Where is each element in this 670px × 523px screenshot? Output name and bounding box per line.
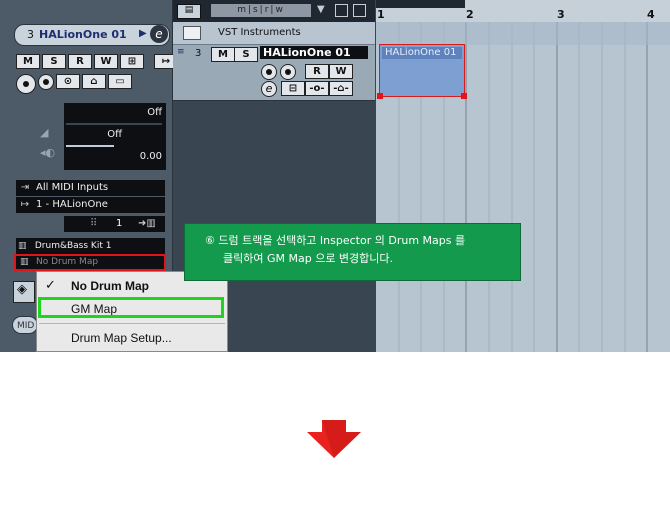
bar-3-label: 3 (557, 8, 565, 21)
track-read-button[interactable]: R (305, 64, 329, 79)
edit-instrument-button[interactable]: e (150, 25, 168, 43)
volume-slider[interactable] (66, 123, 162, 125)
settings-icon[interactable] (353, 4, 366, 17)
midi-input-label: All MIDI Inputs (36, 182, 109, 193)
track-solo-button[interactable]: S (234, 47, 258, 62)
drum-editor-icon[interactable]: ◈ (13, 281, 35, 303)
track-number: 3 (195, 48, 202, 59)
drum-map-icon: ▥ (20, 257, 29, 267)
pan-slider[interactable] (66, 145, 114, 147)
track-list-icon[interactable]: ▤ (177, 4, 201, 19)
bar-2-label: 2 (466, 8, 474, 21)
midi-output-selector[interactable]: ↦ 1 - HALionOne (16, 197, 165, 213)
track-type-icon: ≡ (177, 47, 185, 57)
track-monitor-button[interactable] (280, 64, 296, 80)
pan-value: Off (107, 129, 122, 140)
gm-map-highlight (38, 297, 224, 318)
track-record-button[interactable] (261, 64, 277, 80)
record-enable-button[interactable] (16, 74, 36, 94)
track-mute-button[interactable]: M (211, 47, 235, 62)
cubase-window: 3 HALionOne 01 ▶ e M S R W ⊞ ↦ ⊙ ⌂ ▭ Off… (0, 0, 670, 352)
drum-map-selected-label: No Drum Map (36, 257, 99, 267)
checkmark-icon: ✓ (45, 277, 56, 292)
grid-button[interactable]: ⊞ (120, 54, 144, 69)
channel-grid-icon: ⠿ (90, 218, 98, 229)
inspector-button-row2: ⊙ ⌂ ▭ (16, 74, 132, 94)
midi-output-label: 1 - HALionOne (36, 199, 108, 210)
track-route-icon[interactable]: -o- (305, 81, 329, 96)
instruction-line-2: 클릭하여 GM Map 으로 변경합니다. (223, 252, 394, 265)
track-name[interactable]: HALionOne 01 (260, 46, 368, 59)
delay-icon: ◂◐ (40, 146, 56, 159)
program-selector[interactable]: ▥ Drum&Bass Kit 1 (16, 238, 165, 254)
menu-divider (39, 323, 225, 324)
dropdown-icon[interactable]: ▼ (317, 4, 325, 15)
program-icon: ▥ (18, 241, 27, 251)
resize-handle-left[interactable] (377, 93, 383, 99)
lock-icon[interactable]: ⊙ (56, 74, 80, 89)
bar-4-label: 4 (647, 8, 655, 21)
inspector-track-name: HALionOne 01 (39, 28, 127, 41)
mute-button[interactable]: M (16, 54, 40, 69)
folder-label: VST Instruments (218, 27, 301, 38)
track-list-toolbar: ▤ m|s|r|w ▼ (173, 0, 375, 22)
monitor-button[interactable] (38, 74, 54, 90)
track-buttons-icon[interactable]: m|s|r|w (211, 4, 311, 17)
resize-handle-right[interactable] (461, 93, 467, 99)
solo-button[interactable]: S (42, 54, 66, 69)
track-insert-icon[interactable]: -⌂- (329, 81, 353, 96)
volume-value: Off (147, 107, 162, 118)
loop-range[interactable] (376, 0, 465, 8)
bar-1-label: 1 (377, 8, 385, 21)
read-button[interactable]: R (68, 54, 92, 69)
inspector-fader-area: Off Off 0.00 (64, 103, 166, 170)
output-icon: ↦ (20, 199, 30, 210)
track-write-button[interactable]: W (329, 64, 353, 79)
down-arrow-icon (307, 420, 361, 458)
folder-track[interactable]: VST Instruments (173, 22, 375, 45)
midi-tab[interactable]: MID (12, 316, 38, 334)
keyboard-map-icon[interactable]: ➜▥ (138, 216, 156, 232)
input-icon: ⇥ (20, 182, 30, 193)
folder-icon (183, 26, 201, 40)
drum-map-selector[interactable]: ▥ No Drum Map (14, 254, 166, 271)
inspector-track-number: 3 (27, 28, 34, 41)
inspector-track-name-bar[interactable]: 3 HALionOne 01 ▶ e (14, 24, 170, 46)
midi-input-selector[interactable]: ⇥ All MIDI Inputs (16, 180, 165, 196)
window-icon[interactable] (335, 4, 348, 17)
inspector-button-row: M S R W ⊞ ↦ (16, 54, 178, 69)
write-button[interactable]: W (94, 54, 118, 69)
menu-item-drum-map-setup[interactable]: Drum Map Setup... (71, 331, 221, 345)
volume-icon: ◢ (40, 126, 49, 139)
instruction-callout: ⑥ 드럼 트랙을 선택하고 Inspector 의 Drum Maps 를 클릭… (184, 223, 521, 281)
track-edit-button[interactable]: e (261, 81, 277, 97)
midi-channel-value: 1 (116, 218, 123, 229)
midi-event-part[interactable]: HALionOne 01 (377, 44, 467, 99)
folder-icon[interactable]: ⌂ (82, 74, 106, 89)
midi-channel-row[interactable]: ⠿ 1 ➜▥ (64, 216, 165, 232)
event-name: HALionOne 01 (382, 47, 462, 59)
delay-value: 0.00 (139, 151, 162, 162)
bar-ruler[interactable]: 1 2 3 4 (376, 0, 670, 23)
instruction-line-1: ⑥ 드럼 트랙을 선택하고 Inspector 의 Drum Maps 를 (205, 234, 466, 247)
track-lanes-icon[interactable]: ⊟ (281, 81, 305, 96)
menu-item-no-drum-map[interactable]: No Drum Map (71, 279, 221, 293)
program-label: Drum&Bass Kit 1 (34, 241, 112, 251)
expand-arrow-icon[interactable]: ▶ (139, 28, 147, 39)
track-row[interactable]: ≡ 3 M S HALionOne 01 R W e ⊟ -o- -⌂- (173, 45, 375, 101)
keyboard-icon[interactable]: ▭ (108, 74, 132, 89)
